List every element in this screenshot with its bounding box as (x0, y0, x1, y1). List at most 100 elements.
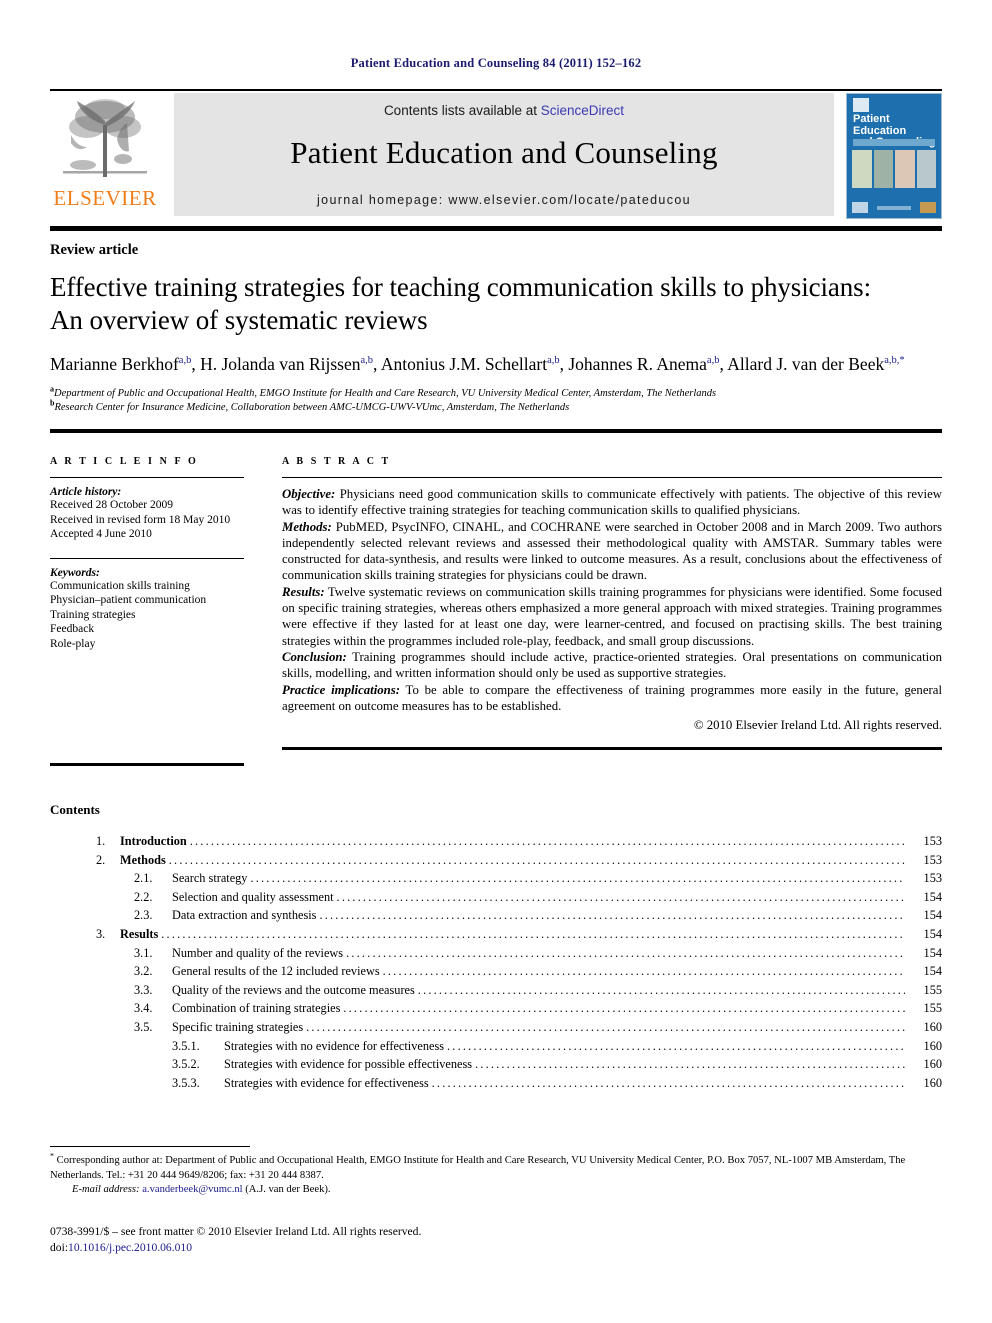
toc-entry[interactable]: 3.1. Number and quality of the reviews .… (50, 944, 942, 963)
abstract-section-label: Methods: (282, 519, 332, 534)
toc-page: 154 (923, 945, 942, 960)
article-title-line1: Effective training strategies for teachi… (50, 272, 871, 302)
sciencedirect-link[interactable]: ScienceDirect (541, 103, 624, 118)
journal-homepage-link[interactable]: journal homepage: www.elsevier.com/locat… (317, 193, 691, 207)
article-title-line2: An overview of systematic reviews (50, 305, 428, 335)
toc-leader: ........................................… (447, 1038, 905, 1053)
toc-entry[interactable]: 3.3. Quality of the reviews and the outc… (50, 981, 942, 1000)
toc-entry[interactable]: 3. Results .............................… (50, 925, 942, 944)
toc-page: 153 (923, 852, 942, 867)
toc-entry[interactable]: 2.2. Selection and quality assessment ..… (50, 888, 942, 907)
toc-entry[interactable]: 3.2. General results of the 12 included … (50, 962, 942, 981)
toc-label: Introduction (120, 834, 187, 848)
author-entry[interactable]: H. Jolanda van Rijssena,b (200, 354, 373, 374)
toc-number: 3.1. (134, 945, 153, 960)
toc-leader: ........................................… (189, 834, 905, 848)
toc-page: 154 (923, 889, 942, 904)
toc-entry[interactable]: 3.4. Combination of training strategies … (50, 999, 942, 1018)
masthead-bottom-rule (50, 226, 942, 231)
author-affiliation-marker: a,b (360, 355, 374, 367)
article-info-bottom-rule (50, 763, 244, 766)
toc-entry[interactable]: 2.1. Search strategy ...................… (50, 869, 942, 888)
cover-subtitle-bar (853, 139, 935, 146)
affiliation-b: bResearch Center for Insurance Medicine,… (50, 399, 942, 415)
toc-entry[interactable]: 3.5.2. Strategies with evidence for poss… (50, 1055, 942, 1074)
toc-number: 3.3. (134, 982, 153, 997)
toc-entry[interactable]: 3.5. Specific training strategies ......… (50, 1018, 942, 1037)
toc-label: Quality of the reviews and the outcome m… (172, 982, 415, 997)
toc-leader: ........................................… (343, 1001, 905, 1016)
toc-label: Strategies with no evidence for effectiv… (224, 1038, 445, 1053)
doi-link[interactable]: 10.1016/j.pec.2010.06.010 (68, 1241, 192, 1254)
keyword-item: Physician–patient communication (50, 594, 207, 606)
author-entry[interactable]: Marianne Berkhofa,b (50, 354, 191, 374)
author-name: Antonius J.M. Schellart (380, 354, 548, 374)
abstract-section-text: Twelve systematic reviews on communicati… (282, 584, 942, 648)
email-line: E-mail address: a.vanderbeek@vumc.nl (A.… (50, 1183, 942, 1198)
toc-label: Combination of training strategies (172, 1001, 341, 1016)
toc-leader: ........................................… (431, 1075, 905, 1090)
abstract-section-text: Physicians need good communication skill… (282, 487, 942, 518)
article-info-column: A R T I C L E I N F O Article history: R… (50, 456, 282, 766)
keywords-label: Keywords: (50, 566, 100, 579)
toc-number: 3.5. (134, 1019, 153, 1034)
author-affiliation-marker: a,b (178, 355, 192, 367)
toc-entry[interactable]: 2.3. Data extraction and synthesis .....… (50, 906, 942, 925)
abstract-column: A B S T R A C T Objective: Physicians ne… (282, 456, 942, 766)
toc-leader: ........................................… (346, 945, 905, 960)
abstract-section-label: Conclusion: (282, 649, 347, 664)
front-matter-block: 0738-3991/$ – see front matter © 2010 El… (50, 1224, 942, 1256)
corresponding-author-text: Corresponding author at: Department of P… (50, 1155, 906, 1181)
toc-leader: ........................................… (475, 1057, 905, 1072)
toc-leader: ........................................… (161, 926, 905, 941)
journal-header-panel: Contents lists available at ScienceDirec… (174, 93, 834, 216)
toc-page: 153 (923, 871, 942, 886)
article-history-label: Article history: (50, 486, 122, 498)
info-abstract-columns: A R T I C L E I N F O Article history: R… (50, 456, 942, 766)
toc-entry[interactable]: 3.5.3. Strategies with evidence for effe… (50, 1074, 942, 1093)
abstract-section: Objective: Physicians need good communic… (282, 486, 942, 519)
toc-number: 2. (96, 852, 106, 867)
toc-leader: ........................................… (417, 982, 905, 997)
abstract-section: Practice implications: To be able to com… (282, 682, 942, 715)
journal-masthead: ELSEVIER Contents lists available at Sci… (50, 89, 942, 224)
toc-leader: ........................................… (319, 908, 905, 923)
toc-entry[interactable]: 1. Introduction ........................… (50, 832, 942, 851)
author-entry[interactable]: Allard J. van der Beeka,b,* (727, 354, 904, 374)
toc-label: General results of the 12 included revie… (172, 964, 380, 979)
info-top-rule (50, 429, 942, 433)
contents-available-line: Contents lists available at ScienceDirec… (384, 103, 624, 118)
email-link[interactable]: a.vanderbeek@vumc.nl (142, 1184, 242, 1195)
keyword-item: Communication skills training (50, 579, 190, 592)
toc-page: 154 (923, 926, 942, 941)
author-name: H. Jolanda van Rijssen (200, 354, 361, 374)
toc-number: 2.2. (134, 889, 153, 904)
author-entry[interactable]: Johannes R. Anemaa,b (568, 354, 719, 374)
cover-photo-strip (852, 150, 936, 188)
author-name: Marianne Berkhof (50, 354, 179, 374)
email-label: E-mail address: (72, 1184, 140, 1196)
cover-elsevier-logo-icon (853, 98, 869, 112)
email-suffix: (A.J. van der Beek). (242, 1184, 331, 1196)
abstract-section-label: Practice implications: (282, 682, 401, 697)
contents-heading: Contents (50, 802, 100, 817)
toc-entry[interactable]: 3.5.1. Strategies with no evidence for e… (50, 1037, 942, 1056)
toc-label: Strategies with evidence for possible ef… (224, 1057, 473, 1072)
article-history-revised: Received in revised form 18 May 2010 (50, 513, 231, 526)
abstract-section-text: Training programmes should include activ… (282, 649, 942, 681)
abstract-section-label: Results: (282, 584, 325, 599)
toc-page: 160 (923, 1038, 942, 1053)
article-history-received: Received 28 October 2009 (50, 499, 173, 511)
toc-entry[interactable]: 2. Methods .............................… (50, 851, 942, 870)
abstract-section-text: PubMED, PsycINFO, CINAHL, and COCHRANE w… (282, 519, 942, 583)
toc-number: 3.5.2. (172, 1057, 200, 1072)
cover-footer-logos (852, 201, 936, 214)
toc-number: 3.5.3. (172, 1075, 200, 1090)
article-info-rule-2 (50, 557, 244, 559)
toc-leader: ........................................… (168, 852, 905, 867)
author-name: Johannes R. Anema (568, 354, 707, 374)
keyword-item: Training strategies (50, 608, 136, 621)
article-type-label: Review article (50, 242, 139, 258)
author-entry[interactable]: Antonius J.M. Schellarta,b (381, 354, 560, 374)
article-history-accepted: Accepted 4 June 2010 (50, 528, 152, 540)
